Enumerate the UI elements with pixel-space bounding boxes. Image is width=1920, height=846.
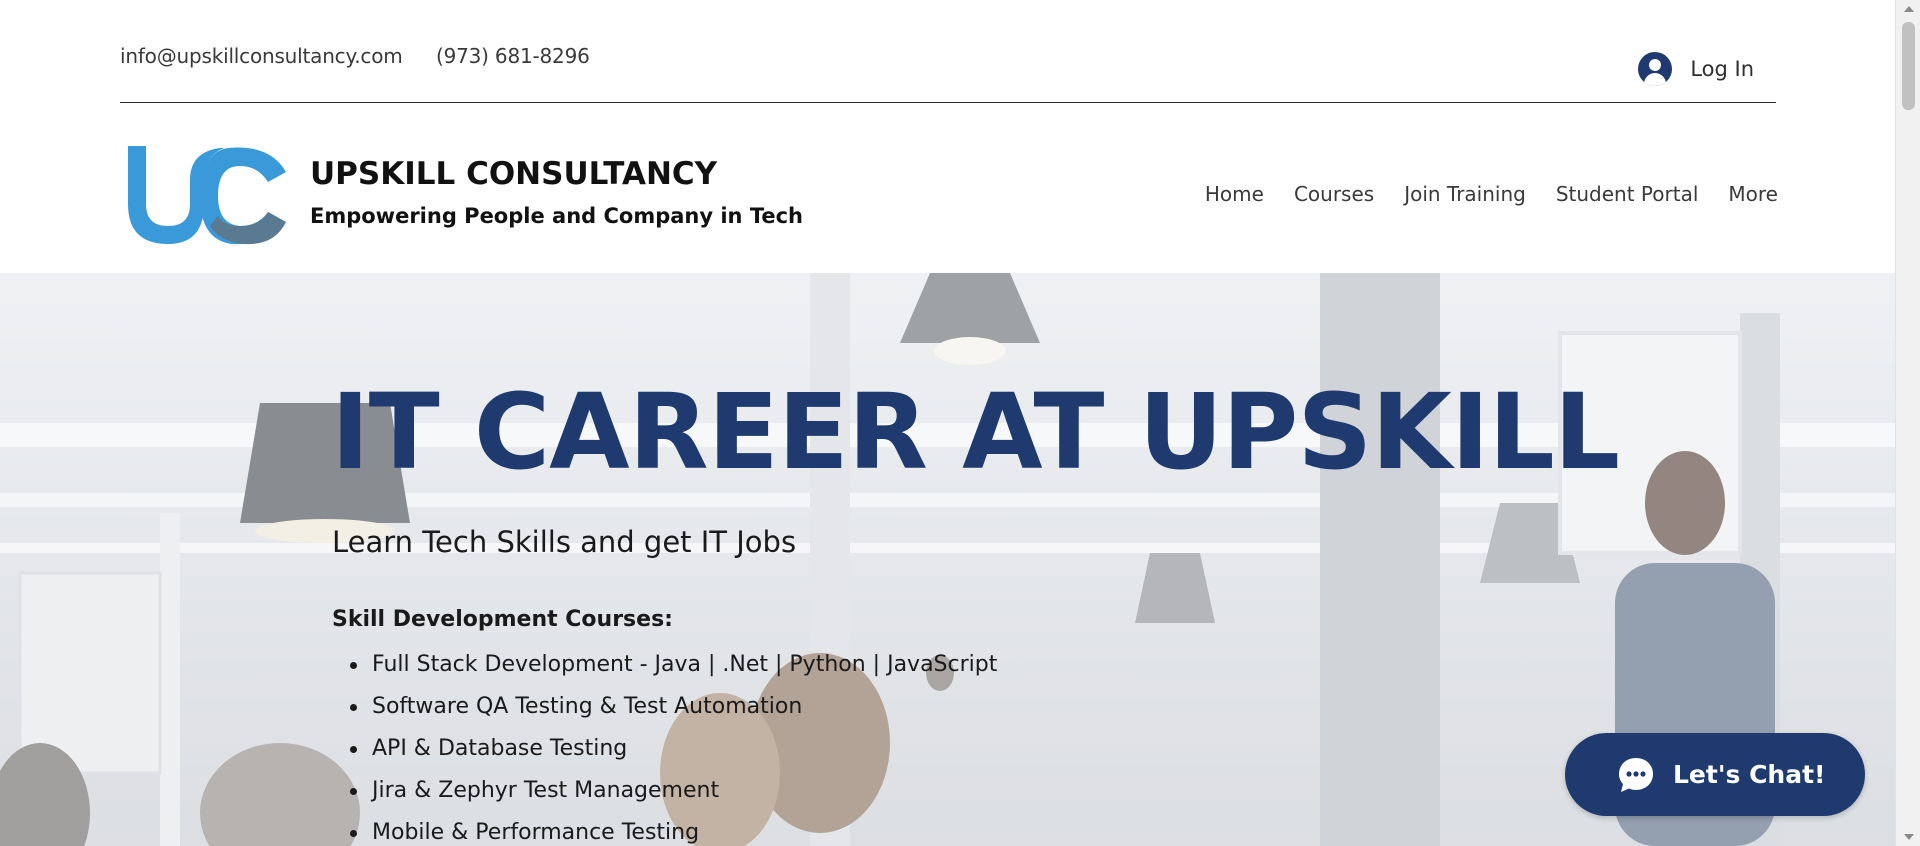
list-item: Full Stack Development - Java | .Net | P…	[349, 649, 997, 691]
nav-join-training[interactable]: Join Training	[1404, 182, 1526, 206]
nav-student-portal[interactable]: Student Portal	[1556, 182, 1699, 206]
email-link[interactable]: info@upskillconsultancy.com	[120, 44, 403, 68]
scroll-up-arrow-icon[interactable]	[1904, 6, 1914, 12]
list-item: Software QA Testing & Test Automation	[349, 691, 997, 733]
brand-tagline: Empowering People and Company in Tech	[310, 204, 803, 228]
course-list: Full Stack Development - Java | .Net | P…	[349, 649, 997, 846]
login-button[interactable]: Log In	[1638, 49, 1754, 89]
chat-bubble-icon	[1619, 757, 1653, 792]
login-label: Log In	[1690, 57, 1754, 81]
site-brand[interactable]: UPSKILL CONSULTANCY Empowering People an…	[124, 142, 803, 248]
scroll-down-arrow-icon[interactable]	[1904, 834, 1914, 840]
chat-button[interactable]: Let's Chat!	[1565, 733, 1865, 816]
courses-heading: Skill Development Courses:	[332, 607, 673, 632]
page-scrollbar[interactable]	[1895, 0, 1920, 846]
main-nav: Home Courses Join Training Student Porta…	[1205, 182, 1778, 206]
nav-more[interactable]: More	[1728, 182, 1778, 206]
list-item: Jira & Zephyr Test Management	[349, 775, 997, 817]
nav-courses[interactable]: Courses	[1294, 182, 1374, 206]
upskill-logo	[128, 146, 286, 245]
hero-title: IT CAREER AT UPSKILL	[331, 371, 1620, 493]
list-item: API & Database Testing	[349, 733, 997, 775]
phone-link[interactable]: (973) 681-8296	[436, 44, 590, 68]
chat-label: Let's Chat!	[1673, 760, 1826, 789]
user-avatar-icon	[1638, 52, 1673, 86]
brand-title: UPSKILL CONSULTANCY	[310, 156, 718, 192]
hero-subtitle: Learn Tech Skills and get IT Jobs	[332, 525, 797, 559]
list-item: Mobile & Performance Testing	[349, 817, 997, 846]
scroll-thumb[interactable]	[1902, 22, 1915, 110]
nav-home[interactable]: Home	[1205, 182, 1264, 206]
top-contact-bar: info@upskillconsultancy.com (973) 681-82…	[120, 0, 1776, 103]
